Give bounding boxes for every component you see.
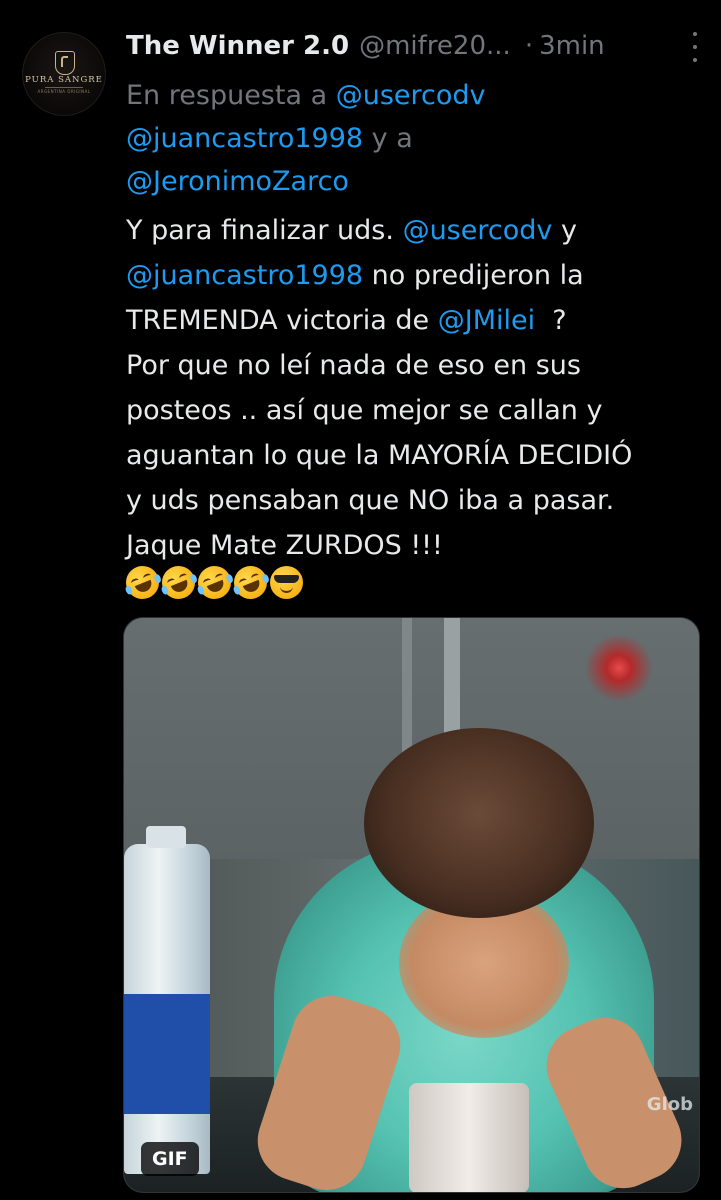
- reply-mention-jeronimozarco[interactable]: @JeronimoZarco: [126, 166, 349, 197]
- tweet-text-segment: no predijeron la: [371, 260, 584, 291]
- emoji-row: [121, 561, 303, 604]
- reply-context: En respuesta a @usercodv @juancastro1998…: [126, 74, 686, 203]
- mention-jmilei[interactable]: @JMilei: [438, 305, 535, 336]
- reply-mention-juancastro1998[interactable]: @juancastro1998: [126, 123, 363, 154]
- gif-light: [579, 628, 659, 708]
- avatar[interactable]: PURA SANGRE ARGENTINA ORIGINAL: [22, 32, 106, 116]
- tweet-text-segment: Y para finalizar uds.: [126, 215, 394, 246]
- tweet-text-segment: TREMENDA victoria de: [126, 305, 430, 336]
- tweet-line: Por que no leí nada de eso en sus: [126, 350, 581, 381]
- gif-water-bottle: [124, 826, 210, 1174]
- gif-watermark: Glob: [646, 1094, 693, 1115]
- tweet-line: y uds pensaban que NO iba a pasar.: [126, 485, 615, 516]
- rolling-laughing-emoji-icon: [157, 561, 200, 604]
- tweet-line: @juancastro1998 no predijeron la: [126, 253, 706, 298]
- rolling-laughing-emoji-icon: [193, 561, 236, 604]
- tweet-header: The Winner 2.0 @mifre20... · 3min: [126, 26, 706, 66]
- sunglasses-emoji-icon: [270, 566, 303, 599]
- gif-person-hair: [364, 728, 594, 918]
- crest-icon: [55, 51, 75, 75]
- reply-prefix: En respuesta a: [126, 80, 328, 111]
- more-options-icon[interactable]: [691, 32, 699, 62]
- rolling-laughing-emoji-icon: [121, 561, 164, 604]
- tweet-text: Y para finalizar uds. @usercodv y @juanc…: [126, 208, 706, 568]
- timestamp[interactable]: 3min: [539, 31, 605, 61]
- gif-cup: [409, 1083, 529, 1192]
- rolling-laughing-emoji-icon: [229, 561, 272, 604]
- display-name[interactable]: The Winner 2.0: [126, 31, 349, 61]
- user-handle[interactable]: @mifre20...: [359, 31, 511, 61]
- tweet-line: posteos .. así que mejor se callan y: [126, 395, 603, 426]
- mention-usercodv[interactable]: @usercodv: [403, 215, 553, 246]
- tweet-text-segment: ?: [552, 305, 567, 336]
- tweet-line: TREMENDA victoria de @JMilei ?: [126, 298, 706, 343]
- separator-dot: ·: [524, 31, 534, 61]
- tweet-line: Jaque Mate ZURDOS !!!: [126, 530, 443, 561]
- gif-badge: GIF: [141, 1142, 199, 1176]
- reply-mention-usercodv[interactable]: @usercodv: [336, 80, 486, 111]
- tweet-line: Y para finalizar uds. @usercodv y: [126, 208, 706, 253]
- avatar-brand-text: PURA SANGRE: [25, 75, 103, 85]
- tweet-text-segment: y: [560, 215, 577, 246]
- avatar-sub-text: ARGENTINA ORIGINAL: [37, 89, 91, 94]
- tweet-line: aguantan lo que la MAYORÍA DECIDIÓ: [126, 440, 633, 471]
- mention-juancastro1998[interactable]: @juancastro1998: [126, 260, 363, 291]
- avatar-rule: [45, 87, 83, 88]
- gif-media[interactable]: Glob GIF: [123, 617, 700, 1193]
- reply-connector: y a: [371, 123, 413, 154]
